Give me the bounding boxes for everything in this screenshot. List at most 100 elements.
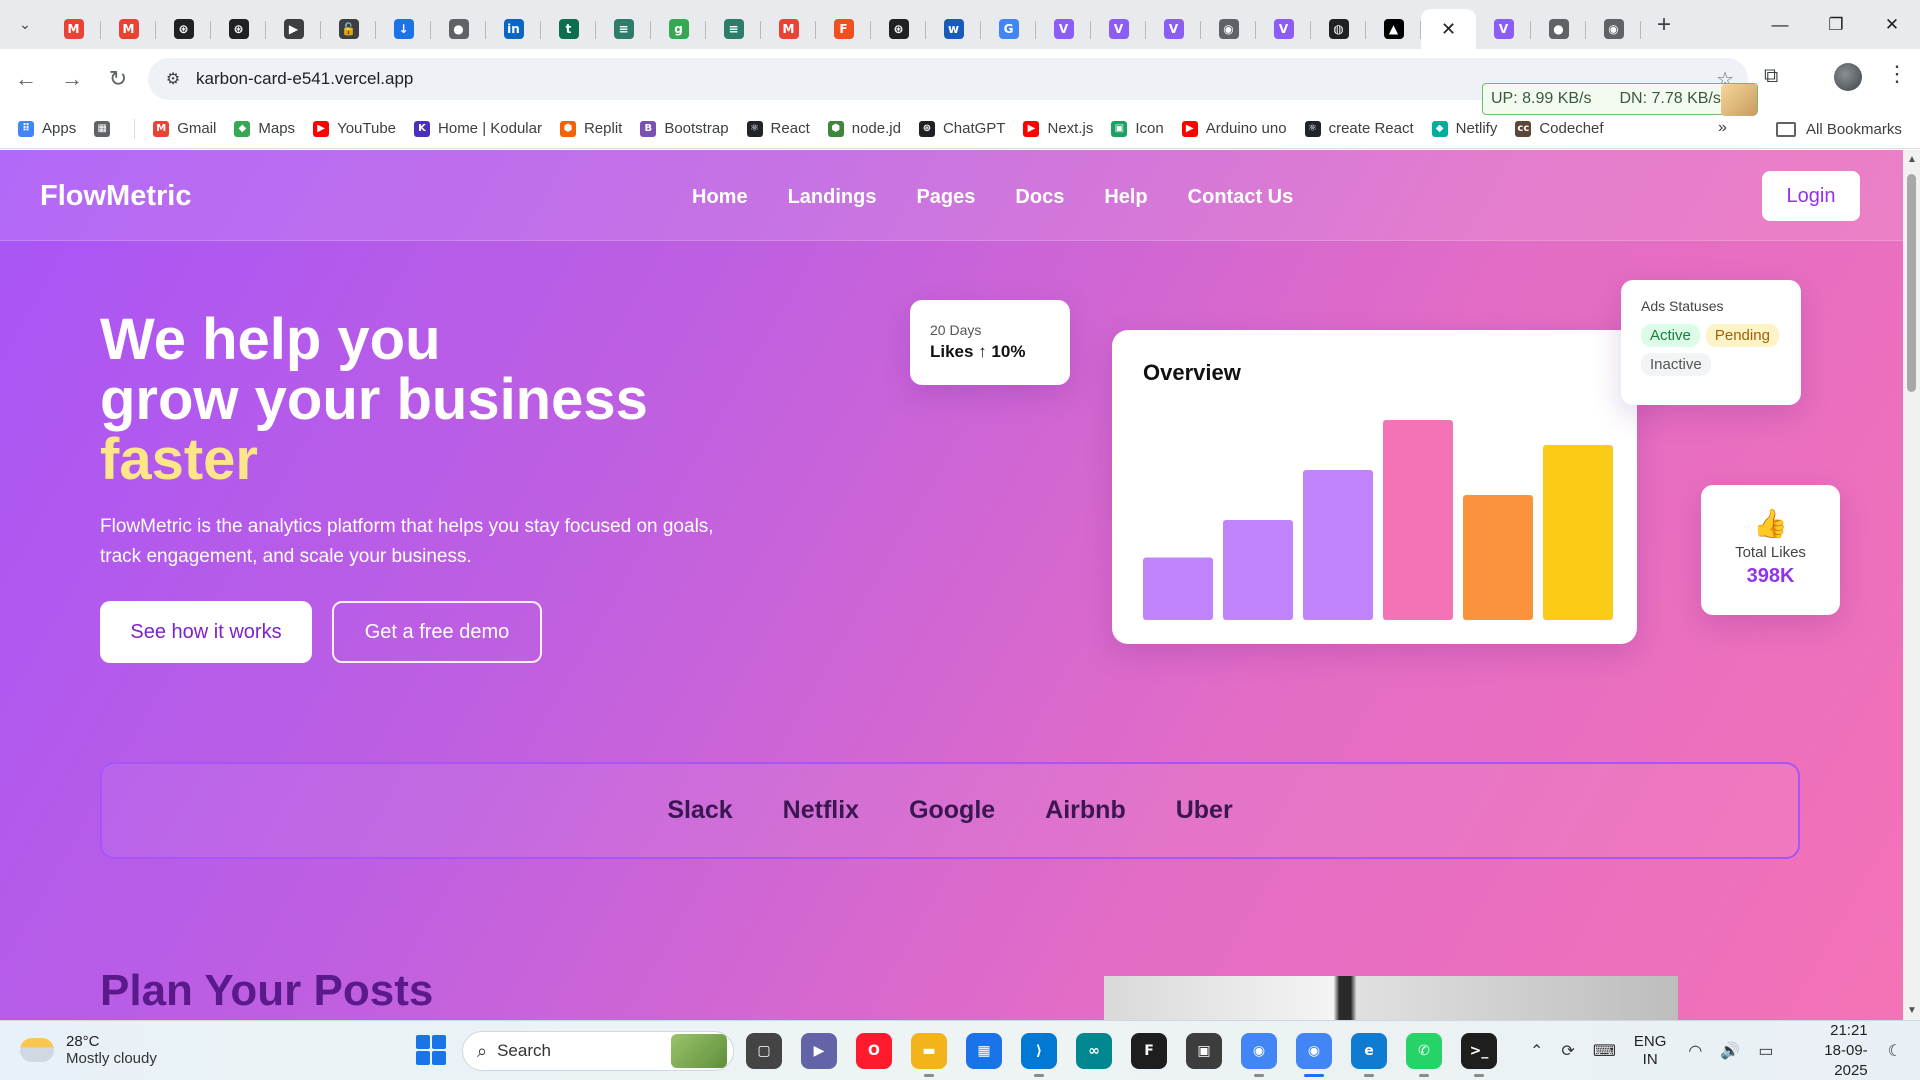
- bookmark-item[interactable]: ⬢ Replit: [559, 120, 622, 137]
- browser-menu-icon[interactable]: ⋮: [1886, 61, 1908, 87]
- forward-button[interactable]: →: [52, 59, 92, 99]
- weather-widget[interactable]: 28°C Mostly cloudy: [20, 1033, 157, 1067]
- teams-icon[interactable]: ▶: [801, 1033, 837, 1069]
- browser-tab[interactable]: ●: [431, 9, 486, 49]
- bookmark-item[interactable]: ▣ Icon: [1111, 120, 1164, 137]
- bookmark-item[interactable]: ⊛ ChatGPT: [918, 120, 1005, 137]
- minimize-button[interactable]: —: [1752, 0, 1808, 49]
- scroll-down-icon[interactable]: ▼: [1907, 1005, 1917, 1016]
- bookmark-item[interactable]: M Gmail: [153, 120, 216, 137]
- close-icon[interactable]: ✕: [1441, 19, 1456, 40]
- task-view-icon[interactable]: ▢: [746, 1033, 782, 1069]
- volume-icon[interactable]: 🔊: [1720, 1041, 1740, 1061]
- bookmark-item[interactable]: ⬢ node.jd: [827, 120, 901, 137]
- new-tab-button[interactable]: +: [1647, 8, 1681, 42]
- profile-avatar[interactable]: [1834, 63, 1862, 91]
- opera-icon[interactable]: O: [856, 1033, 892, 1069]
- vscode-icon[interactable]: ⟩: [1021, 1033, 1057, 1077]
- reload-button[interactable]: ↻: [98, 59, 138, 99]
- extensions-icon[interactable]: ⧉: [1764, 65, 1778, 88]
- chrome-icon[interactable]: ◉: [1241, 1033, 1277, 1077]
- taskbar-search[interactable]: ⌕ Search: [462, 1031, 734, 1071]
- bookmark-item[interactable]: ▶ Arduino uno: [1181, 120, 1287, 137]
- browser-tab[interactable]: ↓: [376, 9, 431, 49]
- keyboard-icon[interactable]: ⌨: [1593, 1041, 1616, 1061]
- browser-tab[interactable]: ⊛: [211, 9, 266, 49]
- browser-tab[interactable]: ✕: [1421, 9, 1476, 49]
- browser-tab[interactable]: V: [1476, 9, 1531, 49]
- file-explorer-icon[interactable]: ▬: [911, 1033, 947, 1077]
- restore-button[interactable]: ❐: [1808, 0, 1864, 49]
- browser-tab[interactable]: ≡: [706, 9, 761, 49]
- bookmark-item[interactable]: ⚛ React: [746, 120, 810, 137]
- more-bookmarks-icon[interactable]: »: [1718, 119, 1727, 137]
- back-button[interactable]: ←: [6, 59, 46, 99]
- sync-icon[interactable]: ⟳: [1561, 1041, 1574, 1061]
- bookmark-item[interactable]: ⚛ create React: [1304, 120, 1414, 137]
- browser-tab[interactable]: V: [1036, 9, 1091, 49]
- browser-tab[interactable]: ▲: [1366, 9, 1421, 49]
- see-how-it-works-button[interactable]: See how it works: [100, 601, 312, 663]
- browser-tab[interactable]: ▶: [266, 9, 321, 49]
- bookmark-item[interactable]: B Bootstrap: [640, 120, 729, 137]
- all-bookmarks-button[interactable]: All Bookmarks: [1776, 109, 1902, 149]
- nav-link-landings[interactable]: Landings: [788, 186, 877, 209]
- show-hidden-icons-icon[interactable]: ⌃: [1530, 1041, 1543, 1061]
- site-info-icon[interactable]: ⚙: [158, 69, 188, 89]
- browser-tab[interactable]: M: [101, 9, 156, 49]
- browser-tab[interactable]: M: [46, 9, 101, 49]
- browser-tab[interactable]: V: [1146, 9, 1201, 49]
- whatsapp-icon[interactable]: ✆: [1406, 1033, 1442, 1077]
- browser-tab[interactable]: ◉: [1201, 9, 1256, 49]
- chrome-icon[interactable]: ◉: [1296, 1033, 1332, 1077]
- bookmark-item[interactable]: ▦: [94, 120, 118, 137]
- wifi-icon[interactable]: ◠: [1688, 1041, 1702, 1061]
- browser-tab[interactable]: M: [761, 9, 816, 49]
- edge-icon[interactable]: e: [1351, 1033, 1387, 1077]
- browser-tab[interactable]: g: [651, 9, 706, 49]
- browser-tab[interactable]: ●: [1531, 9, 1586, 49]
- app-icon[interactable]: ▣: [1186, 1033, 1222, 1069]
- brand-logo[interactable]: FlowMetric: [40, 180, 191, 213]
- nav-link-docs[interactable]: Docs: [1015, 186, 1064, 209]
- browser-tab[interactable]: V: [1256, 9, 1311, 49]
- browser-tab[interactable]: F: [816, 9, 871, 49]
- battery-icon[interactable]: ▭: [1758, 1041, 1773, 1061]
- bookmark-item[interactable]: ◆ Maps: [234, 120, 295, 137]
- arduino-icon[interactable]: ∞: [1076, 1033, 1112, 1069]
- browser-tab[interactable]: w: [926, 9, 981, 49]
- close-window-button[interactable]: ✕: [1864, 0, 1920, 49]
- browser-tab[interactable]: 🔓: [321, 9, 376, 49]
- browser-tab[interactable]: ⊛: [871, 9, 926, 49]
- bookmark-item[interactable]: ▶ Next.js: [1023, 120, 1093, 137]
- store-icon[interactable]: ▦: [966, 1033, 1002, 1069]
- browser-tab[interactable]: ◉: [1586, 9, 1641, 49]
- bookmark-item[interactable]: K Home | Kodular: [414, 120, 542, 137]
- url-text[interactable]: karbon-card-e541.vercel.app: [196, 69, 413, 89]
- figma-icon[interactable]: F: [1131, 1033, 1167, 1069]
- scroll-up-icon[interactable]: ▲: [1907, 154, 1917, 165]
- scroll-thumb[interactable]: [1907, 174, 1916, 392]
- browser-tab[interactable]: t: [541, 9, 596, 49]
- bookmark-item[interactable]: ◆ Netlify: [1431, 120, 1497, 137]
- terminal-icon[interactable]: >_: [1461, 1033, 1497, 1077]
- browser-tab[interactable]: ≡: [596, 9, 651, 49]
- language-indicator[interactable]: ENG IN: [1634, 1033, 1667, 1069]
- bookmark-item[interactable]: ▶ YouTube: [313, 120, 396, 137]
- browser-tab[interactable]: ⊛: [156, 9, 211, 49]
- browser-tab[interactable]: in: [486, 9, 541, 49]
- browser-tab[interactable]: V: [1091, 9, 1146, 49]
- browser-tab[interactable]: ◍: [1311, 9, 1366, 49]
- clock[interactable]: 21:21 18-09-2025: [1791, 1021, 1867, 1080]
- free-demo-button[interactable]: Get a free demo: [332, 601, 542, 663]
- nav-link-home[interactable]: Home: [692, 186, 748, 209]
- nav-link-help[interactable]: Help: [1104, 186, 1147, 209]
- nav-link-pages[interactable]: Pages: [916, 186, 975, 209]
- windows-start-icon[interactable]: [416, 1035, 446, 1065]
- bookmark-item[interactable]: ⠿ Apps: [18, 120, 76, 137]
- bookmark-item[interactable]: cc Codechef: [1515, 120, 1604, 137]
- page-scrollbar[interactable]: ▲ ▼: [1903, 150, 1920, 1020]
- tab-search-button[interactable]: ⌄: [8, 8, 42, 42]
- login-button[interactable]: Login: [1762, 171, 1860, 221]
- browser-tab[interactable]: G: [981, 9, 1036, 49]
